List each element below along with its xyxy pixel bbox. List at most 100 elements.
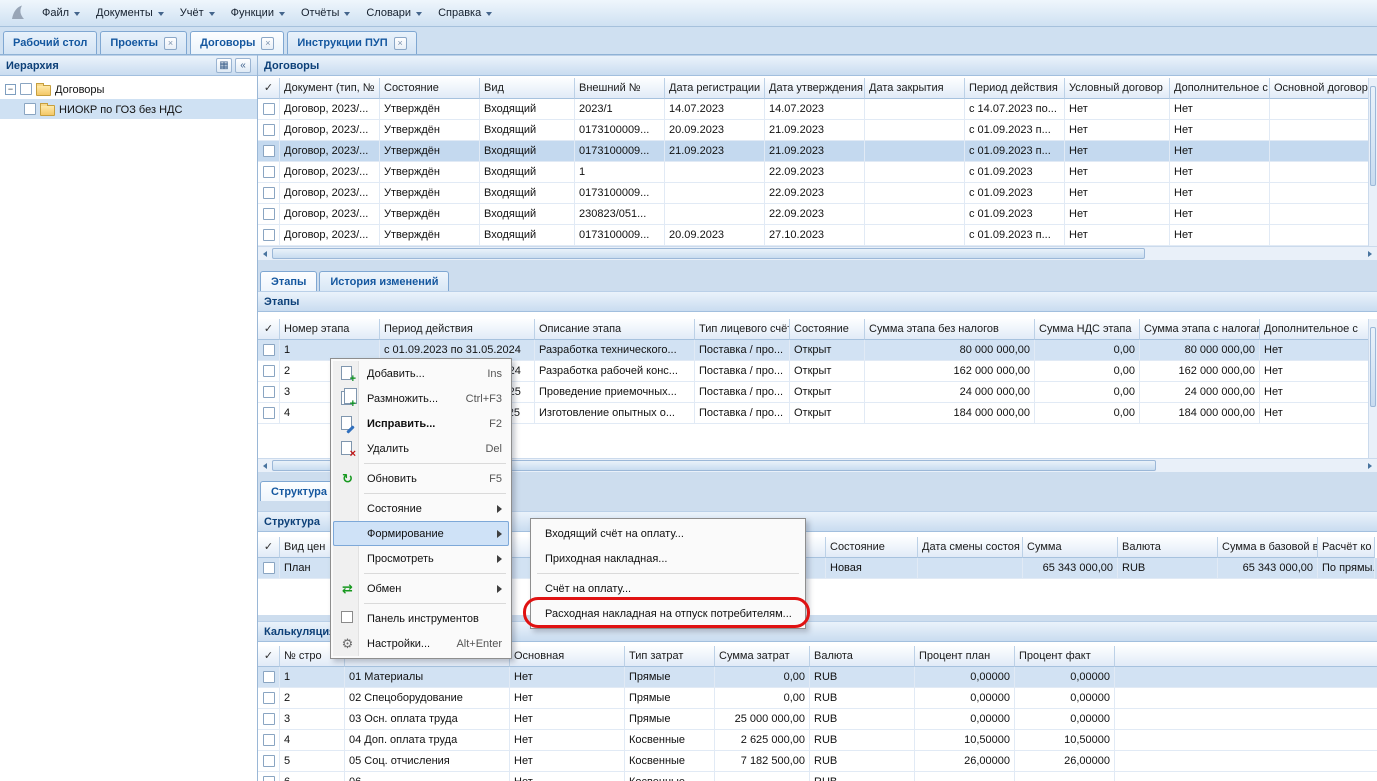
column-header[interactable]: Сумма в базовой в xyxy=(1218,537,1318,558)
tree-node-checkbox[interactable] xyxy=(24,103,36,115)
column-header[interactable]: Дата регистрации xyxy=(665,78,765,99)
column-header[interactable]: Внешний № xyxy=(575,78,665,99)
menu-help[interactable]: Справка xyxy=(430,2,500,24)
menu-view[interactable]: Просмотреть xyxy=(333,546,509,571)
menu-duplicate[interactable]: +Размножить...Ctrl+F3 xyxy=(333,386,509,411)
row-checkbox[interactable] xyxy=(263,187,275,199)
column-header[interactable]: Дата смены состоя xyxy=(918,537,1023,558)
row-checkbox[interactable] xyxy=(263,671,275,683)
contracts-vertical-scrollbar[interactable] xyxy=(1368,78,1377,246)
column-header[interactable]: Дата утверждения xyxy=(765,78,865,99)
row-checkbox[interactable] xyxy=(263,145,275,157)
scroll-right-icon[interactable] xyxy=(1363,247,1377,260)
tab-history[interactable]: История изменений xyxy=(319,271,449,291)
menu-accounting[interactable]: Учёт xyxy=(172,2,223,24)
column-header[interactable]: Основная xyxy=(510,646,625,667)
menu-dictionaries[interactable]: Словари xyxy=(358,2,430,24)
table-row[interactable]: 101 МатериалыНетПрямые0,00RUB0,000000,00… xyxy=(258,667,1377,688)
tree-expander-icon[interactable]: − xyxy=(5,84,16,95)
scroll-left-icon[interactable] xyxy=(258,247,272,260)
tab-desktop[interactable]: Рабочий стол xyxy=(3,31,97,54)
table-row[interactable]: 404 Доп. оплата трудаНетКосвенные2 625 0… xyxy=(258,730,1377,751)
column-header[interactable]: Дополнительное с xyxy=(1260,319,1368,340)
column-header[interactable]: Дополнительное с xyxy=(1170,78,1270,99)
stages-vertical-scrollbar[interactable] xyxy=(1368,319,1377,458)
column-header[interactable]: Дата закрытия xyxy=(865,78,965,99)
column-header[interactable]: Состояние xyxy=(826,537,918,558)
tab-contracts[interactable]: Договоры× xyxy=(190,31,284,54)
row-checkbox[interactable] xyxy=(263,692,275,704)
tree-node-niokr[interactable]: НИОКР по ГОЗ без НДС xyxy=(0,99,257,119)
column-header[interactable]: Сумма затрат xyxy=(715,646,810,667)
tree-node-checkbox[interactable] xyxy=(20,83,32,95)
column-header[interactable]: Период действия xyxy=(965,78,1065,99)
submenu-receipt-note[interactable]: Приходная накладная... xyxy=(533,546,803,571)
row-checkbox[interactable] xyxy=(263,166,275,178)
row-checkbox[interactable] xyxy=(263,124,275,136)
menu-toolbar-panel[interactable]: Панель инструментов xyxy=(333,606,509,631)
table-row[interactable]: Договор, 2023/...УтверждёнВходящий230823… xyxy=(258,204,1368,225)
menu-refresh[interactable]: ↻ОбновитьF5 xyxy=(333,466,509,491)
column-header[interactable]: Сумма этапа с налогами xyxy=(1140,319,1260,340)
column-header[interactable]: Сумма xyxy=(1023,537,1118,558)
column-header[interactable]: Процент план xyxy=(915,646,1015,667)
menu-documents[interactable]: Документы xyxy=(88,2,172,24)
table-row[interactable]: Договор, 2023/...УтверждёнВходящий017310… xyxy=(258,183,1368,204)
tab-stages[interactable]: Этапы xyxy=(260,271,317,291)
row-checkbox[interactable] xyxy=(263,208,275,220)
column-header[interactable]: Тип лицевого счёт xyxy=(695,319,790,340)
column-header[interactable]: Вид xyxy=(480,78,575,99)
tab-projects[interactable]: Проекты× xyxy=(100,31,187,54)
scrollbar-thumb[interactable] xyxy=(1370,327,1376,407)
close-icon[interactable]: × xyxy=(394,37,407,50)
column-header[interactable]: Валюта xyxy=(810,646,915,667)
row-checkbox[interactable] xyxy=(263,562,275,574)
submenu-expense-note[interactable]: Расходная накладная на отпуск потребител… xyxy=(533,601,803,626)
tab-pup-instructions[interactable]: Инструкции ПУП× xyxy=(287,31,416,54)
contracts-horizontal-scrollbar[interactable] xyxy=(258,246,1377,260)
column-header[interactable]: Документ (тип, № xyxy=(280,78,380,99)
column-header[interactable]: Валюта xyxy=(1118,537,1218,558)
submenu-incoming-invoice[interactable]: Входящий счёт на оплату... xyxy=(533,521,803,546)
column-header[interactable]: Период действия xyxy=(380,319,535,340)
table-row[interactable]: 202 СпецоборудованиеНетПрямые0,00RUB0,00… xyxy=(258,688,1377,709)
column-header[interactable]: Описание этапа xyxy=(535,319,695,340)
scroll-right-icon[interactable] xyxy=(1363,459,1377,472)
row-checkbox[interactable] xyxy=(263,103,275,115)
row-checkbox[interactable] xyxy=(263,365,275,377)
tree-node-contracts[interactable]: − Договоры xyxy=(0,79,257,99)
column-header[interactable]: Сумма НДС этапа xyxy=(1035,319,1140,340)
row-checkbox[interactable] xyxy=(263,776,275,781)
column-header[interactable]: Тип затрат xyxy=(625,646,715,667)
submenu-invoice[interactable]: Счёт на оплату... xyxy=(533,576,803,601)
table-row[interactable]: Договор, 2023/...УтверждёнВходящий017310… xyxy=(258,225,1368,246)
menu-file[interactable]: Файл xyxy=(34,2,88,24)
row-checkbox[interactable] xyxy=(263,713,275,725)
column-header[interactable]: Состояние xyxy=(790,319,865,340)
menu-reports[interactable]: Отчёты xyxy=(293,2,358,24)
row-checkbox[interactable] xyxy=(263,229,275,241)
menu-delete[interactable]: ×УдалитьDel xyxy=(333,436,509,461)
menu-state[interactable]: Состояние xyxy=(333,496,509,521)
menu-settings[interactable]: ⚙Настройки...Alt+Enter xyxy=(333,631,509,656)
column-header[interactable]: Номер этапа xyxy=(280,319,380,340)
table-row[interactable]: 606НетКосвенныеRUB xyxy=(258,772,1377,781)
menu-exchange[interactable]: ⇄Обмен xyxy=(333,576,509,601)
menu-functions[interactable]: Функции xyxy=(223,2,293,24)
row-checkbox[interactable] xyxy=(263,407,275,419)
row-checkbox[interactable] xyxy=(263,755,275,767)
column-header[interactable]: Расчёт ко xyxy=(1318,537,1375,558)
scroll-left-icon[interactable] xyxy=(258,459,272,472)
row-checkbox[interactable] xyxy=(263,344,275,356)
column-header[interactable]: Состояние xyxy=(380,78,480,99)
table-row[interactable]: Договор, 2023/...УтверждёнВходящий017310… xyxy=(258,141,1368,162)
table-row[interactable]: 303 Осн. оплата трудаНетПрямые25 000 000… xyxy=(258,709,1377,730)
table-row[interactable]: Договор, 2023/...УтверждёнВходящий122.09… xyxy=(258,162,1368,183)
tab-structure[interactable]: Структура xyxy=(260,481,338,501)
menu-generate[interactable]: Формирование xyxy=(333,521,509,546)
column-header[interactable]: Процент факт xyxy=(1015,646,1115,667)
table-row[interactable]: Договор, 2023/...УтверждёнВходящий017310… xyxy=(258,120,1368,141)
row-checkbox[interactable] xyxy=(263,386,275,398)
menu-add[interactable]: +Добавить...Ins xyxy=(333,361,509,386)
collapse-panel-icon[interactable]: « xyxy=(235,58,251,73)
